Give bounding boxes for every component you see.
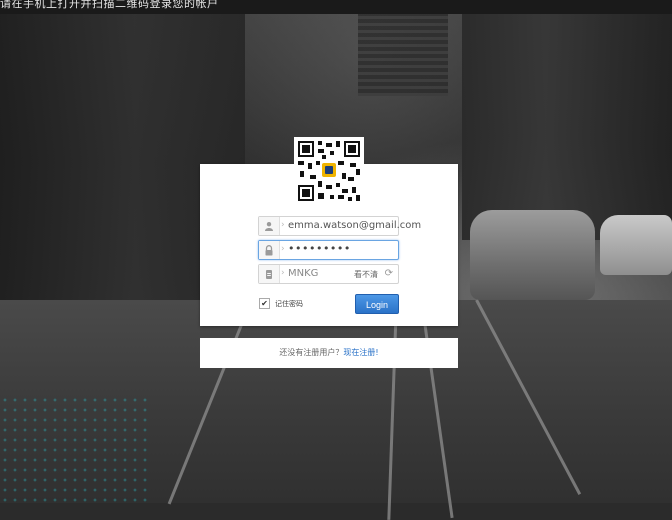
password-value: ••••••••• [288, 242, 351, 255]
lock-icon [259, 241, 280, 259]
register-prompt: 还没有注册用户？ [279, 348, 344, 357]
captcha-hint[interactable]: 看不清 [354, 269, 378, 280]
car [600, 215, 672, 275]
chevron-right-icon: › [281, 220, 285, 230]
captcha-icon [259, 265, 280, 283]
email-field[interactable]: › emma.watson@gmail.com [258, 216, 421, 236]
register-bar: 还没有注册用户？现在注册! [200, 338, 458, 368]
remember-password[interactable]: ✔ 记住密码 [259, 298, 303, 309]
email-value: emma.watson@gmail.com [288, 220, 422, 231]
decorative-dots [0, 395, 150, 503]
remember-checkbox[interactable]: ✔ [259, 298, 270, 309]
top-bar: 请在手机上打开并扫描二维码登录您的帐户 [0, 0, 672, 14]
refresh-icon[interactable]: ⟳ [385, 268, 393, 279]
top-bar-text: 请在手机上打开并扫描二维码登录您的帐户 [0, 0, 219, 10]
login-button[interactable]: Login [355, 294, 399, 314]
car [470, 210, 595, 300]
remember-label: 记住密码 [275, 299, 303, 308]
register-link[interactable]: 现在注册! [343, 348, 378, 357]
chevron-right-icon: › [281, 268, 285, 278]
captcha-field[interactable]: › MNKG 看不清 ⟳ [258, 264, 399, 284]
password-field[interactable]: › ••••••••• [258, 240, 399, 260]
tower-building [358, 12, 448, 96]
captcha-value: MNKG [288, 268, 319, 279]
right-buildings [462, 0, 672, 240]
chevron-right-icon: › [281, 244, 285, 254]
user-icon [259, 217, 280, 235]
qr-code [294, 137, 364, 205]
